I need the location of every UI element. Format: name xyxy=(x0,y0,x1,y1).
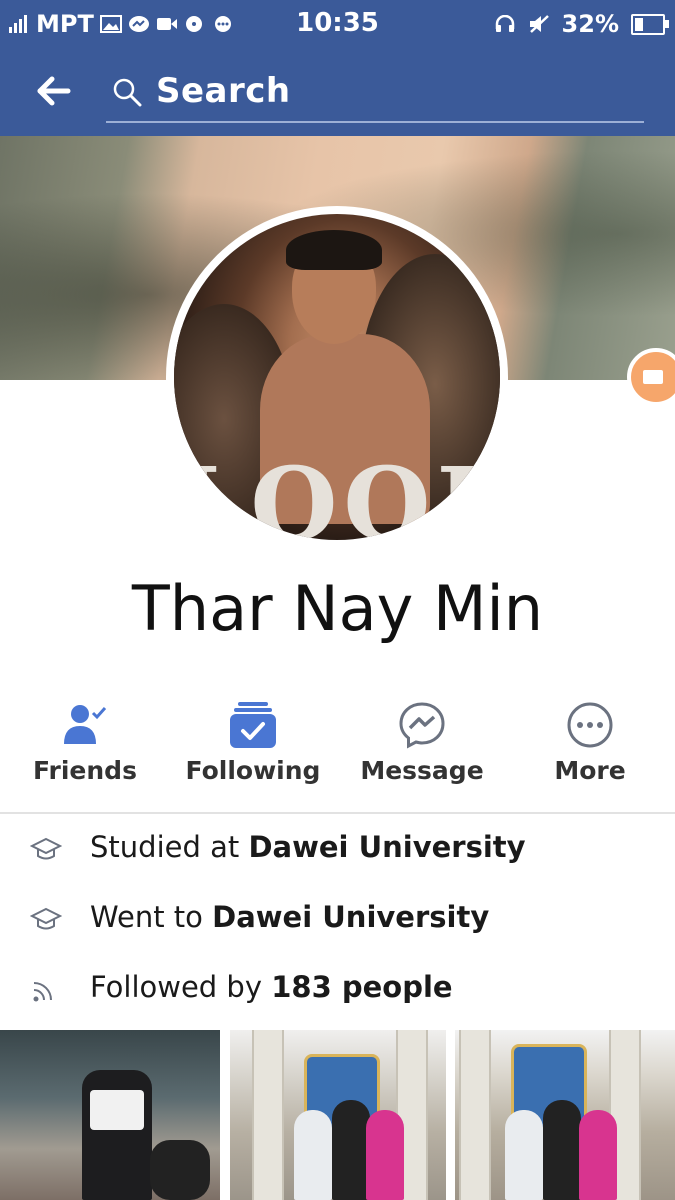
photo-pillar xyxy=(252,1030,284,1200)
more-dots-icon xyxy=(567,702,613,748)
battery-icon xyxy=(631,13,669,35)
photo-person xyxy=(579,1110,617,1200)
studied-text: Studied at Dawei University xyxy=(90,830,526,864)
info-went-to[interactable]: Went to Dawei University xyxy=(0,890,675,950)
search-bar[interactable]: Search xyxy=(106,67,644,123)
search-input[interactable]: Search xyxy=(156,71,291,111)
more-label: More xyxy=(554,756,626,785)
headphones-icon xyxy=(495,15,514,32)
followers-prefix: Followed by xyxy=(90,970,263,1004)
photo-thumbnail[interactable] xyxy=(0,1030,220,1200)
photo-motorbike xyxy=(150,1140,210,1200)
photo-shirt xyxy=(90,1090,144,1130)
friends-button[interactable]: Friends xyxy=(0,700,170,800)
went-place[interactable]: Dawei University xyxy=(212,900,489,934)
message-label: Message xyxy=(360,756,484,785)
info-studied-at[interactable]: Studied at Dawei University xyxy=(0,820,675,880)
battery-fill xyxy=(635,17,643,31)
messenger-icon xyxy=(399,702,445,749)
video-camera-icon xyxy=(643,370,663,384)
status-right: 32% xyxy=(494,8,669,40)
friends-label: Friends xyxy=(33,756,137,785)
status-bar: MPT 10:35 32% xyxy=(0,0,675,47)
search-header: Search xyxy=(0,47,675,136)
friends-check-icon xyxy=(64,705,107,744)
photo-thumbnail[interactable] xyxy=(455,1030,675,1200)
mute-icon xyxy=(529,15,549,33)
followers-value: 183 people xyxy=(271,970,453,1004)
avatar-image: LOOK xyxy=(174,214,500,540)
battery-percent: 32% xyxy=(561,10,619,38)
profile-video-button[interactable] xyxy=(627,348,675,406)
photo-thumbnail[interactable] xyxy=(230,1030,446,1200)
photo-person xyxy=(543,1100,581,1200)
following-label: Following xyxy=(185,756,321,785)
studied-place[interactable]: Dawei University xyxy=(248,830,525,864)
graduation-cap-icon xyxy=(30,837,62,860)
profile-avatar[interactable]: LOOK xyxy=(166,206,508,548)
following-button[interactable]: Following xyxy=(168,700,338,800)
graduation-cap-icon xyxy=(30,907,62,930)
photo-strip xyxy=(0,1030,675,1200)
avatar-hair xyxy=(286,230,382,270)
profile-name: Thar Nay Min xyxy=(131,572,544,645)
avatar-magazine-title: LOOK xyxy=(174,445,500,540)
search-icon xyxy=(113,78,142,107)
photo-person xyxy=(505,1110,543,1200)
followers-text: Followed by 183 people xyxy=(90,970,453,1004)
went-prefix: Went to xyxy=(90,900,203,934)
info-followers[interactable]: Followed by 183 people xyxy=(0,960,675,1020)
message-button[interactable]: Message xyxy=(337,700,507,800)
actions-divider xyxy=(0,812,675,814)
more-button[interactable]: More xyxy=(505,700,675,800)
back-arrow-icon[interactable] xyxy=(34,71,74,111)
rss-feed-icon xyxy=(33,982,52,1002)
photo-person xyxy=(332,1100,370,1200)
studied-prefix: Studied at xyxy=(90,830,240,864)
went-text: Went to Dawei University xyxy=(90,900,489,934)
following-check-icon xyxy=(230,702,276,748)
profile-actions: Friends Following Message More xyxy=(0,700,675,812)
photo-person xyxy=(366,1110,404,1200)
photo-person xyxy=(294,1110,332,1200)
photo-pillar xyxy=(459,1030,491,1200)
